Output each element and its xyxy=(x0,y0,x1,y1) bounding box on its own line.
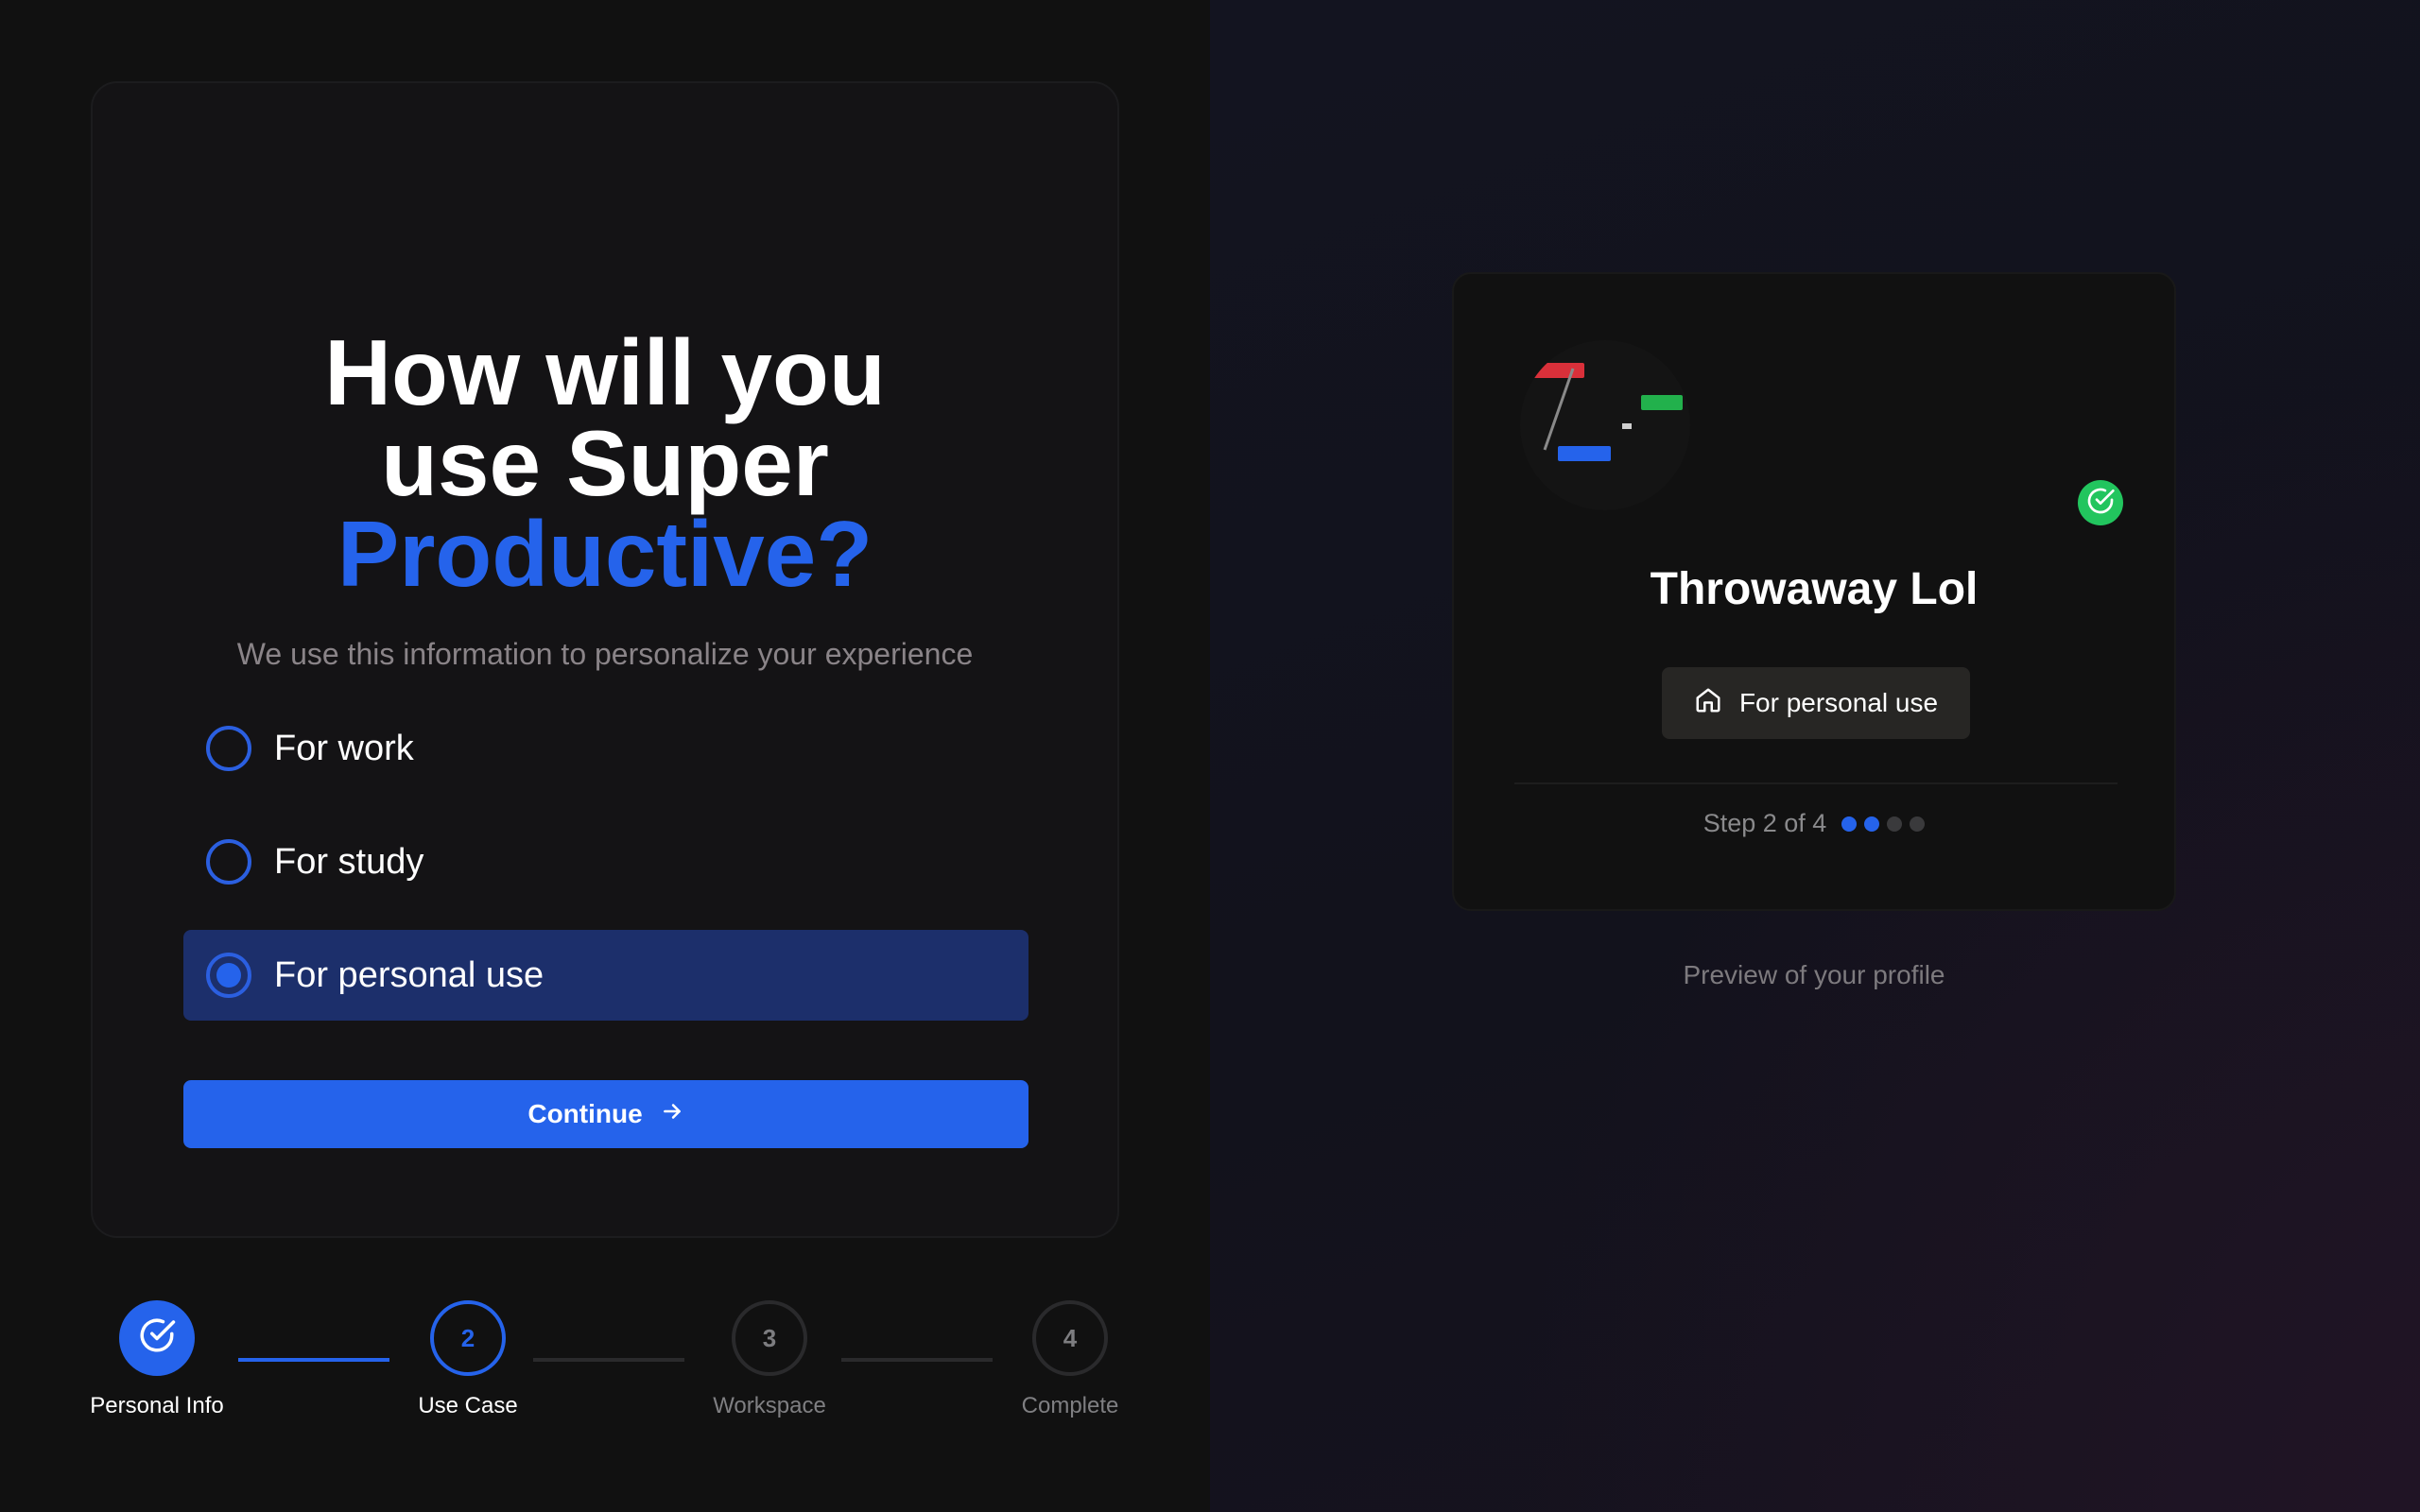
use-case-badge-label: For personal use xyxy=(1738,688,1939,717)
step-personal-info[interactable] xyxy=(119,1300,195,1376)
headline-line-2: use Super xyxy=(381,411,829,515)
progress-dots xyxy=(1841,816,1926,832)
option-label: For study xyxy=(274,842,424,882)
option-for-study[interactable]: For study xyxy=(183,816,1028,907)
step-workspace[interactable]: 3 xyxy=(732,1300,807,1376)
option-label: For work xyxy=(274,729,414,768)
step-progress-text: Step 2 of 4 xyxy=(1703,809,1827,837)
use-case-badge: For personal use xyxy=(1662,667,1970,739)
profile-name: Throwaway Lol xyxy=(1650,564,1979,614)
arrow-right-icon xyxy=(660,1099,684,1130)
step-use-case[interactable]: 2 xyxy=(430,1300,506,1376)
progress-dot xyxy=(1864,816,1880,832)
verified-badge xyxy=(2078,480,2123,525)
home-icon xyxy=(1694,686,1722,721)
use-case-card: How will you use Super Productive? We us… xyxy=(91,81,1119,1238)
check-circle-icon xyxy=(137,1315,177,1362)
step-label: Workspace xyxy=(713,1393,826,1418)
progress-dot xyxy=(1887,816,1903,832)
option-for-personal-use[interactable]: For personal use xyxy=(183,930,1028,1021)
continue-button[interactable]: Continue xyxy=(183,1080,1028,1148)
radio-button[interactable] xyxy=(206,839,251,885)
progress-dot xyxy=(1910,816,1926,832)
progress-dot xyxy=(1841,816,1858,832)
step-label: Personal Info xyxy=(90,1393,224,1418)
step-connector xyxy=(238,1358,389,1362)
step-progress: Step 2 of 4 xyxy=(1454,809,2174,838)
page-subtitle: We use this information to personalize y… xyxy=(236,637,974,671)
continue-label: Continue xyxy=(527,1099,643,1128)
avatar xyxy=(1520,340,1690,510)
divider xyxy=(1514,782,2118,784)
step-complete[interactable]: 4 xyxy=(1032,1300,1108,1376)
option-for-work[interactable]: For work xyxy=(183,703,1028,794)
radio-button[interactable] xyxy=(206,726,251,771)
radio-button-selected[interactable] xyxy=(206,953,251,998)
step-label: Complete xyxy=(1021,1393,1119,1418)
option-label: For personal use xyxy=(274,955,544,995)
preview-caption: Preview of your profile xyxy=(1683,960,1945,989)
onboarding-pane: How will you use Super Productive? We us… xyxy=(0,0,1210,1512)
step-label: Use Case xyxy=(418,1393,518,1418)
profile-preview-card: Throwaway Lol For personal use Step 2 of… xyxy=(1452,272,2176,911)
page-title: How will you use Super Productive? xyxy=(93,320,1117,606)
headline-accent: Productive? xyxy=(337,502,873,606)
step-connector xyxy=(533,1358,684,1362)
check-circle-icon xyxy=(2085,486,2116,521)
step-connector xyxy=(841,1358,993,1362)
headline-line-1: How will you xyxy=(324,320,886,424)
